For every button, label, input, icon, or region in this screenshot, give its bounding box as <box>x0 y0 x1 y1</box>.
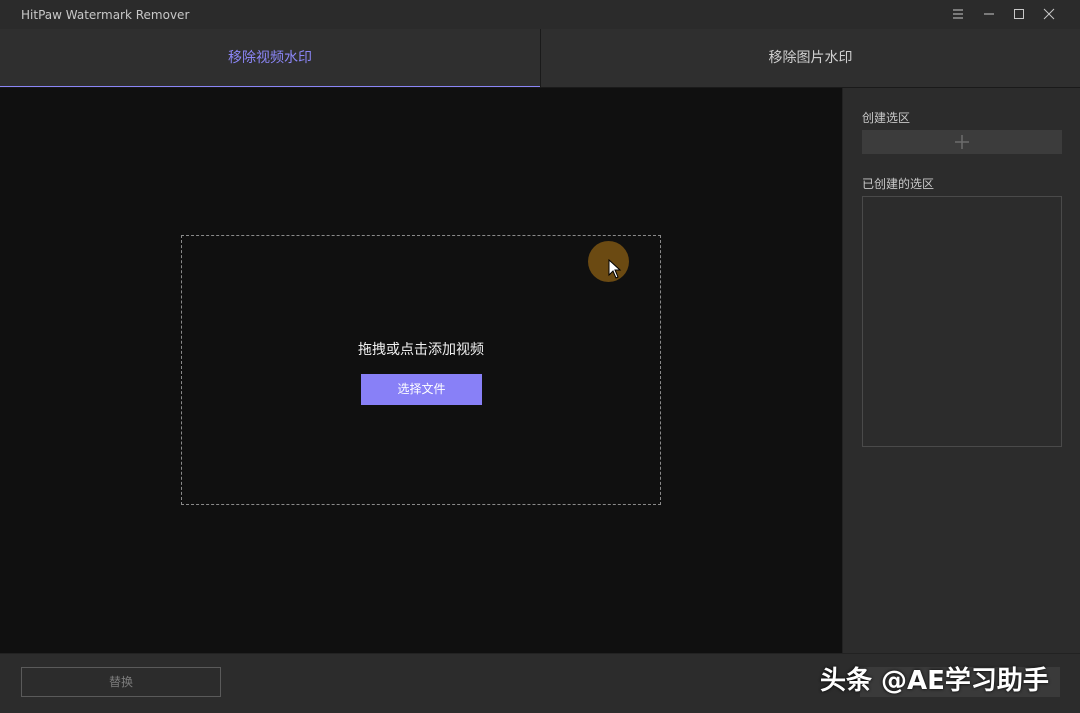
replace-button[interactable]: 替换 <box>21 667 221 697</box>
window-title: HitPaw Watermark Remover <box>21 8 190 22</box>
app-window: HitPaw Watermark Remover 移除视频水印 移除图片水印 拖… <box>0 0 1080 713</box>
maximize-icon[interactable] <box>1006 3 1032 25</box>
file-dropzone[interactable]: 拖拽或点击添加视频 选择文件 <box>181 235 661 505</box>
hamburger-menu-icon[interactable] <box>945 3 971 25</box>
add-selection-button[interactable] <box>862 130 1062 154</box>
create-selection-label: 创建选区 <box>862 111 911 125</box>
selection-panel: 创建选区 已创建的选区 <box>842 88 1080 653</box>
tab-remove-image-watermark[interactable]: 移除图片水印 <box>540 29 1080 87</box>
tab-remove-video-watermark[interactable]: 移除视频水印 <box>0 29 540 87</box>
dropzone-prompt: 拖拽或点击添加视频 <box>358 342 484 358</box>
created-selections-label: 已创建的选区 <box>862 177 935 191</box>
minimize-icon[interactable] <box>976 3 1002 25</box>
mouse-pointer-icon <box>608 259 622 279</box>
created-selections-list[interactable] <box>862 196 1062 447</box>
close-icon[interactable] <box>1036 3 1062 25</box>
overlay-watermark-text: 头条 @AE学习助手 <box>820 666 1049 696</box>
mode-tabs: 移除视频水印 移除图片水印 <box>0 29 1080 88</box>
video-preview-area: 拖拽或点击添加视频 选择文件 <box>0 88 842 653</box>
title-bar: HitPaw Watermark Remover <box>0 0 1080 30</box>
choose-file-button[interactable]: 选择文件 <box>361 374 482 405</box>
plus-icon <box>955 135 969 149</box>
